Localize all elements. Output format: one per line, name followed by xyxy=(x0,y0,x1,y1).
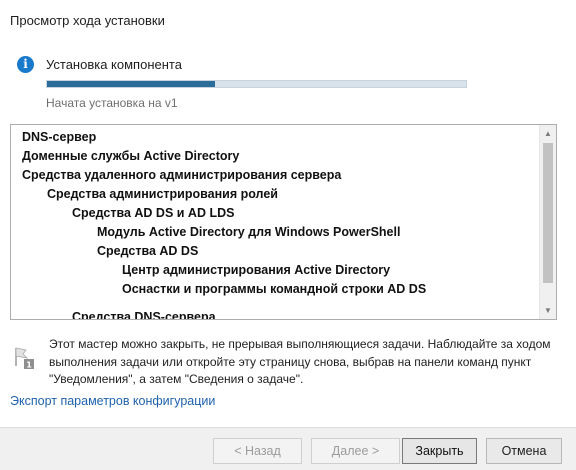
scroll-up-arrow-icon[interactable]: ▲ xyxy=(540,125,556,142)
close-button[interactable]: Закрыть xyxy=(402,438,477,464)
export-configuration-link[interactable]: Экспорт параметров конфигурации xyxy=(10,394,215,408)
scroll-down-arrow-icon[interactable]: ▼ xyxy=(540,302,556,319)
list-item: Модуль Active Directory для Windows Powe… xyxy=(97,225,401,239)
progress-bar xyxy=(46,80,467,88)
cancel-button[interactable]: Отмена xyxy=(486,438,562,464)
svg-text:1: 1 xyxy=(26,361,32,370)
progress-bar-fill xyxy=(47,81,215,87)
list-item: Оснастки и программы командной строки AD… xyxy=(122,282,427,296)
page-title: Просмотр хода установки xyxy=(10,13,165,28)
list-item: Средства AD DS xyxy=(97,244,199,258)
list-item: Средства администрирования ролей xyxy=(47,187,278,201)
back-button[interactable]: < Назад xyxy=(213,438,302,464)
scrollbar-thumb[interactable] xyxy=(543,143,553,283)
list-item: Средства удаленного администрирования се… xyxy=(22,168,342,182)
list-item: Центр администрирования Active Directory xyxy=(122,263,391,277)
list-item: DNS-сервер xyxy=(22,130,97,144)
list-item: Доменные службы Active Directory xyxy=(22,149,240,163)
progress-status-text: Начата установка на v1 xyxy=(46,96,178,110)
vertical-scrollbar[interactable]: ▲ ▼ xyxy=(539,125,556,319)
info-icon: i xyxy=(17,56,34,73)
feature-list[interactable]: DNS-сервер Доменные службы Active Directo… xyxy=(10,124,557,320)
list-item: Средства AD DS и AD LDS xyxy=(72,206,235,220)
progress-label: Установка компонента xyxy=(46,57,182,72)
list-item: Средства DNS-сервера xyxy=(72,310,216,320)
next-button[interactable]: Далее > xyxy=(311,438,400,464)
note-text: Этот мастер можно закрыть, не прерывая в… xyxy=(49,337,551,386)
flag-notification-icon: 1 xyxy=(15,347,34,370)
